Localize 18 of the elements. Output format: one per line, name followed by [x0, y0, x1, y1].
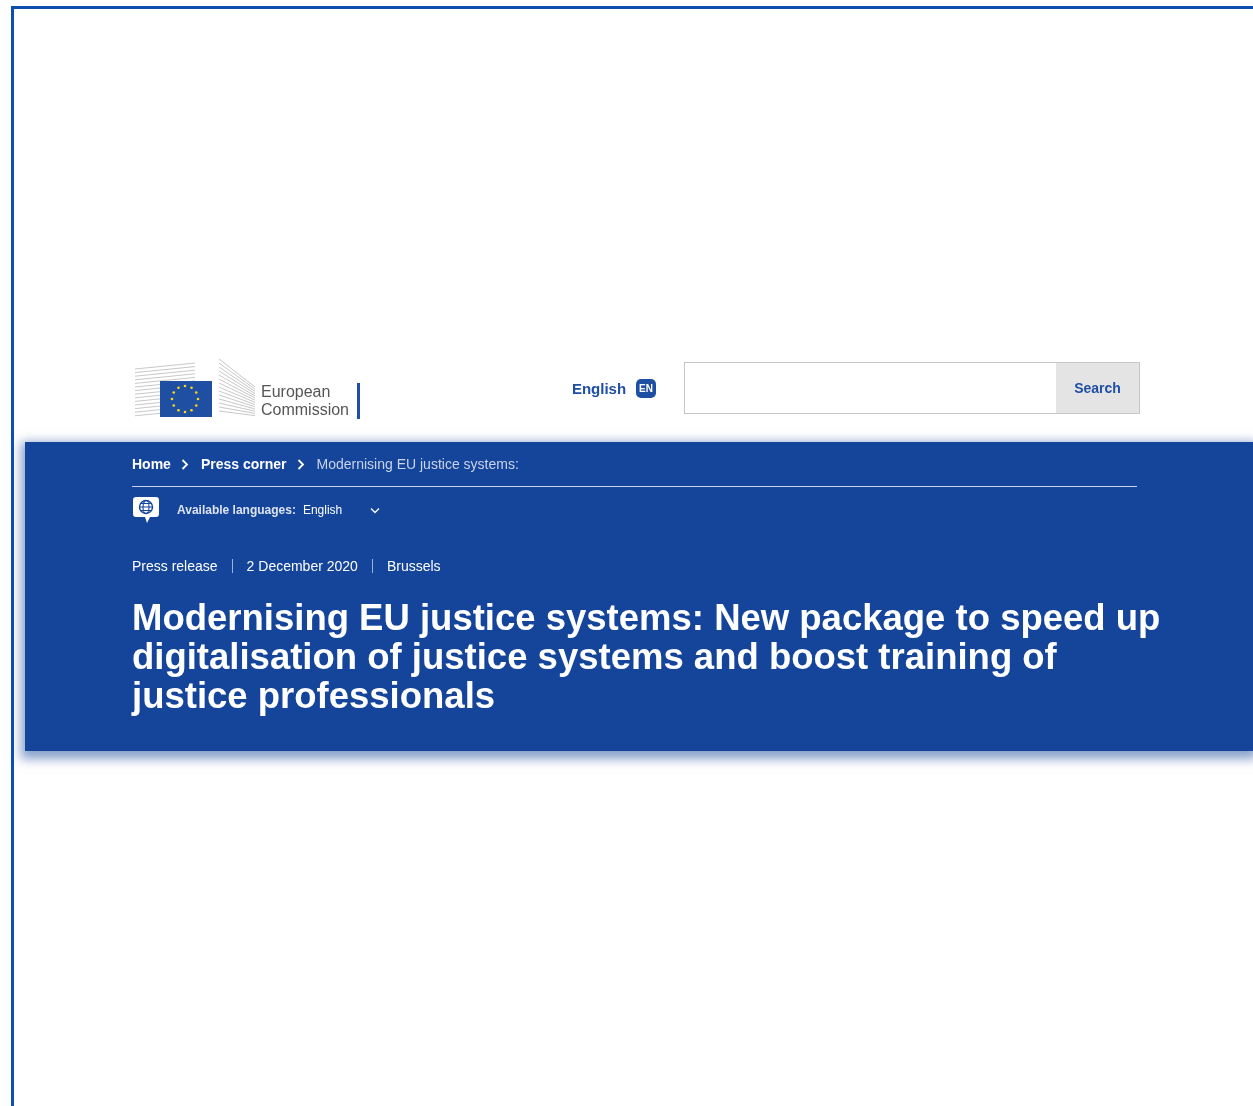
- search-button[interactable]: Search: [1056, 363, 1139, 413]
- meta-text: 2 December 2020: [246, 558, 358, 574]
- meta-text: Brussels: [386, 558, 441, 574]
- available-languages-label: Available languages:: [177, 503, 296, 517]
- globe-icon: [132, 496, 160, 524]
- language-badge[interactable]: EN: [636, 378, 656, 398]
- logo-text: European Commission: [261, 383, 349, 419]
- language-dropdown[interactable]: English: [302, 503, 343, 517]
- breadcrumb-link[interactable]: Home: [132, 456, 171, 472]
- search-field[interactable]: Search: [684, 362, 1140, 414]
- chevron-icon: [180, 458, 189, 470]
- breadcrumb-current[interactable]: Modernising EU justice systems:: [316, 456, 519, 472]
- chevron-icon: [296, 458, 305, 470]
- language-link[interactable]: English: [571, 379, 627, 397]
- breadcrumb-link[interactable]: Press corner: [200, 456, 287, 472]
- page-title: Modernising EU justice systems: New package to speed up digitalisation of justice systems and boost training of justice professionals: [132, 598, 1162, 715]
- caret-icon[interactable]: [370, 506, 381, 514]
- meta-text: Press release: [132, 558, 218, 574]
